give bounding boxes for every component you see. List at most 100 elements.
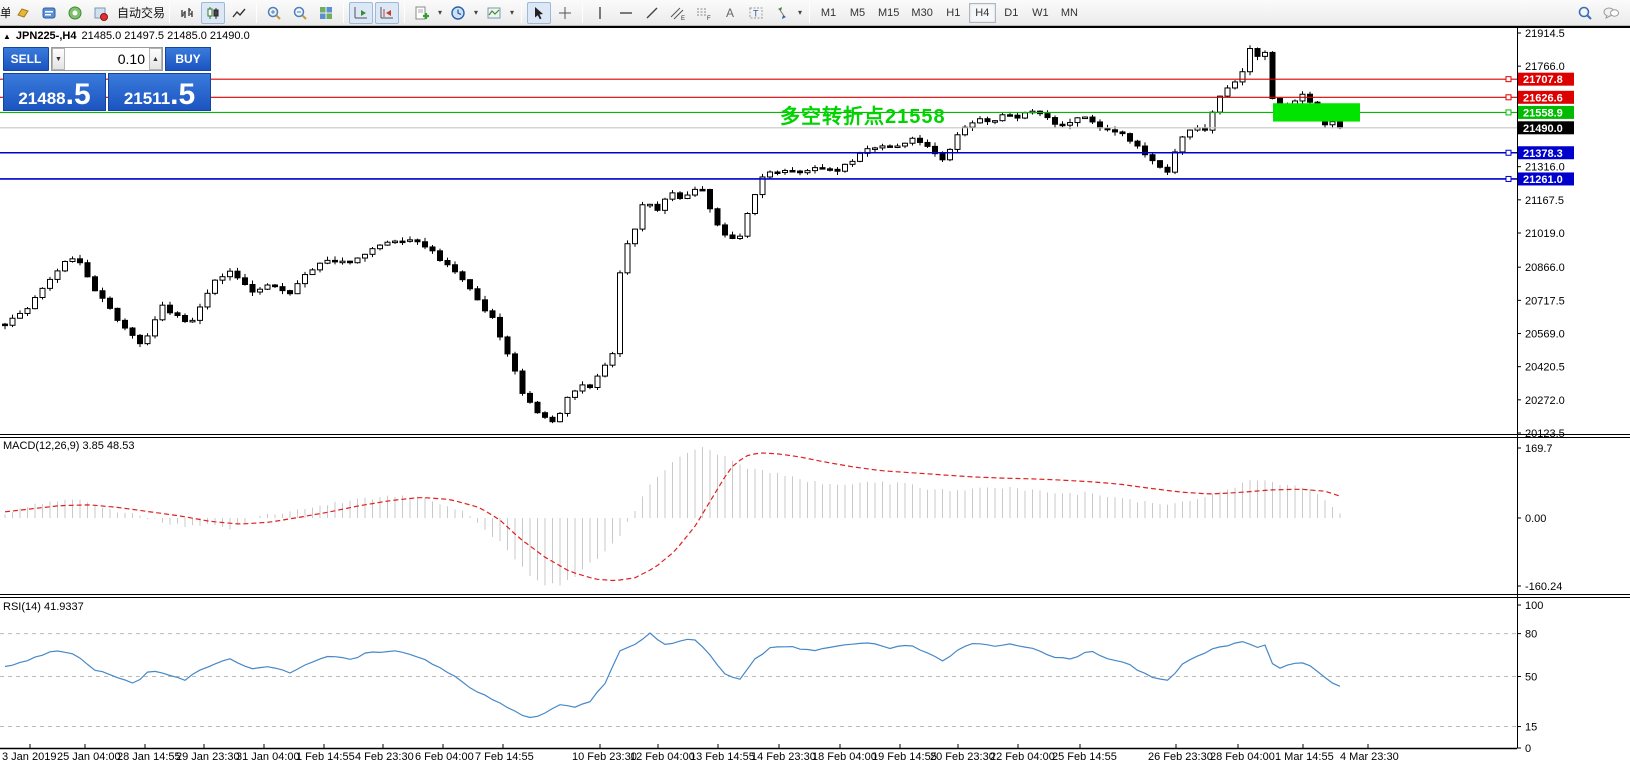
toolbar-separator	[404, 2, 406, 23]
text-tool-icon[interactable]: A	[718, 2, 742, 24]
trendline-tool-icon[interactable]	[640, 2, 664, 24]
timeframe-button-m15[interactable]: M15	[873, 3, 904, 23]
timeframe-button-m5[interactable]: M5	[844, 3, 871, 23]
svg-text:1 Feb 14:55: 1 Feb 14:55	[296, 751, 355, 763]
gold-panel-icon[interactable]	[11, 2, 35, 24]
pivot-annotation-text[interactable]: 多空转折点21558	[780, 100, 946, 129]
rsi-indicator: 100 80 50 15 0	[0, 600, 1543, 755]
search-icon[interactable]	[1573, 2, 1597, 24]
tile-windows-icon[interactable]	[314, 2, 338, 24]
panel-collapse-icon[interactable]: ▲	[3, 32, 11, 41]
periods-icon[interactable]	[446, 2, 470, 24]
green-rectangle-object[interactable]	[1273, 103, 1360, 122]
svg-text:28 Feb 04:00: 28 Feb 04:00	[1210, 751, 1275, 763]
svg-text:169.7: 169.7	[1525, 443, 1553, 455]
svg-text:80: 80	[1525, 629, 1537, 641]
rsi-line	[4, 632, 1341, 719]
svg-text:18 Feb 04:00: 18 Feb 04:00	[812, 751, 877, 763]
crosshair-tool-icon[interactable]	[553, 2, 577, 24]
sell-price-pips: .5	[65, 77, 91, 111]
svg-text:1 Mar 14:55: 1 Mar 14:55	[1275, 751, 1334, 763]
toolbar-separator	[256, 2, 258, 23]
svg-text:4 Feb 23:30: 4 Feb 23:30	[355, 751, 414, 763]
svg-text:20272.0: 20272.0	[1525, 395, 1565, 407]
autotrading-label[interactable]: 自动交易	[117, 4, 165, 21]
svg-text:21316.0: 21316.0	[1525, 162, 1565, 174]
fibonacci-tool-icon[interactable]: F	[692, 2, 716, 24]
svg-text:100: 100	[1525, 600, 1543, 612]
market-watch-icon[interactable]	[37, 2, 61, 24]
text-label-tool-icon[interactable]: T	[744, 2, 768, 24]
svg-text:31 Jan 04:00: 31 Jan 04:00	[236, 751, 300, 763]
sell-button[interactable]: SELL	[3, 47, 49, 71]
autotrading-icon[interactable]	[89, 2, 113, 24]
auto-scroll-icon[interactable]	[349, 1, 374, 24]
buy-price-main: 21511	[123, 89, 171, 108]
svg-text:0: 0	[1525, 743, 1531, 755]
timeframe-button-mn[interactable]: MN	[1056, 3, 1083, 23]
chat-icon[interactable]	[1599, 2, 1623, 24]
svg-text:22 Feb 04:00: 22 Feb 04:00	[990, 751, 1055, 763]
svg-text:21707.8: 21707.8	[1523, 74, 1563, 86]
zoom-in-icon[interactable]	[262, 2, 286, 24]
arrows-tool-caret[interactable]: ▾	[795, 8, 805, 17]
svg-text:25 Feb 14:55: 25 Feb 14:55	[1052, 751, 1117, 763]
sound-alert-icon[interactable]	[63, 2, 87, 24]
horizontal-line-tool-icon[interactable]	[614, 2, 638, 24]
periods-caret[interactable]: ▾	[471, 8, 481, 17]
templates-caret[interactable]: ▾	[507, 8, 517, 17]
candlestick-mode-icon[interactable]	[201, 1, 226, 24]
add-indicator-icon[interactable]	[410, 2, 434, 24]
svg-text:21766.0: 21766.0	[1525, 61, 1565, 73]
toolbar-separator	[582, 2, 584, 23]
timeframe-button-h1[interactable]: H1	[940, 3, 967, 23]
vertical-line-tool-icon[interactable]	[588, 2, 612, 24]
line-chart-mode-icon[interactable]	[227, 2, 251, 24]
rsi-indicator-label: RSI(14) 41.9337	[3, 601, 84, 613]
timeframe-button-h4[interactable]: H4	[968, 2, 996, 23]
cursor-tool-icon[interactable]	[527, 1, 552, 24]
sell-price[interactable]: 21488.5	[3, 73, 106, 111]
toolbar-separator	[809, 2, 811, 23]
timeframe-button-m1[interactable]: M1	[815, 3, 842, 23]
svg-text:20569.0: 20569.0	[1525, 329, 1565, 341]
toolbar-separator	[169, 2, 171, 23]
volume-input[interactable]	[65, 48, 149, 70]
timeframe-button-m30[interactable]: M30	[906, 3, 937, 23]
buy-button[interactable]: BUY	[165, 47, 211, 71]
templates-icon[interactable]	[482, 2, 506, 24]
price-axis[interactable]: 21914.5 21766.0 21316.0 21167.5 21019.0 20866…	[1517, 28, 1565, 440]
svg-text:E: E	[681, 16, 685, 21]
zoom-out-icon[interactable]	[288, 2, 312, 24]
timeframe-button-d1[interactable]: D1	[998, 3, 1025, 23]
svg-text:14 Feb 23:30: 14 Feb 23:30	[751, 751, 816, 763]
arrows-tool-icon[interactable]	[770, 2, 794, 24]
svg-text:21261.0: 21261.0	[1523, 174, 1563, 186]
svg-text:6 Feb 04:00: 6 Feb 04:00	[415, 751, 474, 763]
macd-indicator: 169.7 0.00 -160.24	[4, 443, 1562, 593]
time-axis[interactable]: 3 Jan 2019 25 Jan 04:0028 Jan 14:5529 Jan…	[2, 744, 1399, 763]
svg-text:26 Feb 23:30: 26 Feb 23:30	[1148, 751, 1213, 763]
chart-symbol: JPN225-,H4	[15, 30, 77, 42]
price-levels[interactable]	[0, 76, 1517, 182]
svg-text:21167.5: 21167.5	[1525, 195, 1564, 207]
svg-text:21490.0: 21490.0	[1523, 123, 1563, 135]
volume-decrease-button[interactable]: ▼	[52, 48, 65, 70]
channel-tool-icon[interactable]: E	[666, 2, 690, 24]
buy-price[interactable]: 21511.5	[108, 73, 211, 111]
svg-text:10 Feb 23:30: 10 Feb 23:30	[572, 751, 637, 763]
chart-canvas[interactable]: 21914.5 21766.0 21316.0 21167.5 21019.0 20866…	[0, 26, 1630, 775]
bar-chart-mode-icon[interactable]	[175, 2, 199, 24]
timeframe-button-w1[interactable]: W1	[1027, 3, 1054, 23]
svg-text:50: 50	[1525, 672, 1537, 684]
add-indicator-caret[interactable]: ▾	[435, 8, 445, 17]
svg-text:T: T	[753, 8, 759, 18]
chart-shift-icon[interactable]	[375, 1, 400, 24]
timeframe-group: M1 M5 M15 M30 H1 H4 D1 W1 MN	[814, 0, 1084, 26]
svg-text:21914.5: 21914.5	[1525, 28, 1565, 40]
chart-window[interactable]: 21914.5 21766.0 21316.0 21167.5 21019.0 20866…	[0, 26, 1630, 775]
svg-text:3 Jan 2019: 3 Jan 2019	[2, 751, 56, 763]
volume-increase-button[interactable]: ▲	[149, 48, 162, 70]
toolbar-separator	[521, 2, 523, 23]
new-order-button[interactable]: 单	[0, 4, 10, 21]
